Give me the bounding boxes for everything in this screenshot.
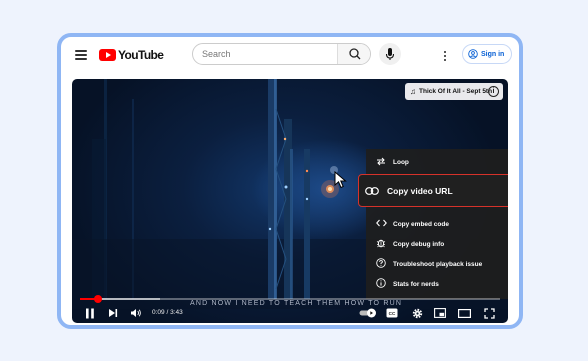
browser-frame: YouTube Search Sign in ♫ Thick Of It All…	[57, 33, 523, 329]
pause-button[interactable]	[82, 305, 98, 321]
youtube-header: YouTube Search Sign in	[61, 37, 519, 75]
next-button[interactable]	[105, 305, 121, 321]
menu-item-copy-debug-info[interactable]: Copy debug info	[366, 235, 508, 253]
youtube-logo[interactable]: YouTube	[99, 47, 164, 63]
link-icon	[365, 186, 381, 195]
embed-code-icon	[375, 219, 387, 229]
more-options-icon[interactable]	[442, 49, 448, 61]
volume-icon	[131, 309, 141, 317]
miniplayer-button[interactable]	[432, 305, 448, 321]
autoplay-toggle[interactable]	[359, 305, 377, 321]
fullscreen-icon	[483, 307, 495, 319]
info-icon[interactable]: i	[488, 86, 499, 97]
subtitles-button[interactable]: CC	[384, 305, 400, 321]
gear-icon	[412, 308, 422, 318]
account-icon	[468, 49, 478, 59]
song-info-badge[interactable]: ♫ Thick Of It All - Sept 5th i	[405, 83, 503, 100]
hamburger-menu-icon[interactable]	[75, 50, 87, 60]
sign-in-label: Sign in	[481, 50, 505, 58]
menu-item-label: Copy debug info	[393, 240, 445, 248]
song-title: Thick Of It All - Sept 5th	[419, 88, 493, 95]
loop-icon	[375, 157, 387, 168]
menu-item-troubleshoot-playback[interactable]: Troubleshoot playback issue	[366, 255, 508, 273]
menu-item-loop[interactable]: Loop	[366, 153, 508, 171]
svg-text:CC: CC	[389, 311, 396, 316]
progress-bar[interactable]	[80, 295, 500, 303]
menu-item-label: Copy video URL	[387, 185, 453, 196]
context-menu: Loop Copy embed code Copy debug info Tro…	[366, 149, 508, 299]
scrubber-knob[interactable]	[94, 295, 103, 303]
search-button[interactable]	[337, 44, 370, 64]
skip-next-icon	[109, 309, 118, 317]
subtitles-icon: CC	[386, 308, 398, 318]
sign-in-button[interactable]: Sign in	[462, 44, 512, 64]
fullscreen-button[interactable]	[481, 305, 497, 321]
question-icon	[375, 258, 387, 270]
menu-item-label: Copy embed code	[393, 220, 449, 228]
video-player[interactable]: ♫ Thick Of It All - Sept 5th i Loop Copy…	[72, 79, 508, 323]
menu-item-label: Stats for nerds	[393, 280, 439, 288]
search-input[interactable]	[193, 44, 337, 64]
menu-item-label: Loop	[393, 158, 409, 166]
time-display: 0:09 / 3:43	[152, 309, 183, 316]
search-box	[192, 43, 371, 65]
menu-item-stats-for-nerds[interactable]: Stats for nerds	[366, 275, 508, 293]
youtube-play-logo-icon	[99, 49, 116, 61]
info-icon	[375, 278, 387, 290]
voice-search-button[interactable]	[379, 43, 401, 65]
theater-mode-icon	[457, 308, 471, 318]
bug-icon	[375, 238, 387, 250]
theater-mode-button[interactable]	[456, 305, 472, 321]
player-controls: 0:09 / 3:43 CC	[72, 303, 508, 323]
logo-text: YouTube	[118, 48, 164, 62]
music-note-icon: ♫	[410, 87, 416, 96]
mouse-cursor-icon	[334, 171, 347, 189]
autoplay-toggle-icon	[359, 308, 376, 318]
settings-button[interactable]	[409, 305, 425, 321]
miniplayer-icon	[434, 308, 446, 318]
menu-item-copy-video-url[interactable]: Copy video URL	[358, 174, 508, 207]
microphone-icon	[385, 48, 395, 60]
menu-item-label: Troubleshoot playback issue	[393, 260, 483, 268]
volume-button[interactable]	[128, 305, 144, 321]
search-icon	[349, 48, 361, 60]
pause-icon	[86, 308, 94, 318]
menu-item-copy-embed-code[interactable]: Copy embed code	[366, 215, 508, 233]
